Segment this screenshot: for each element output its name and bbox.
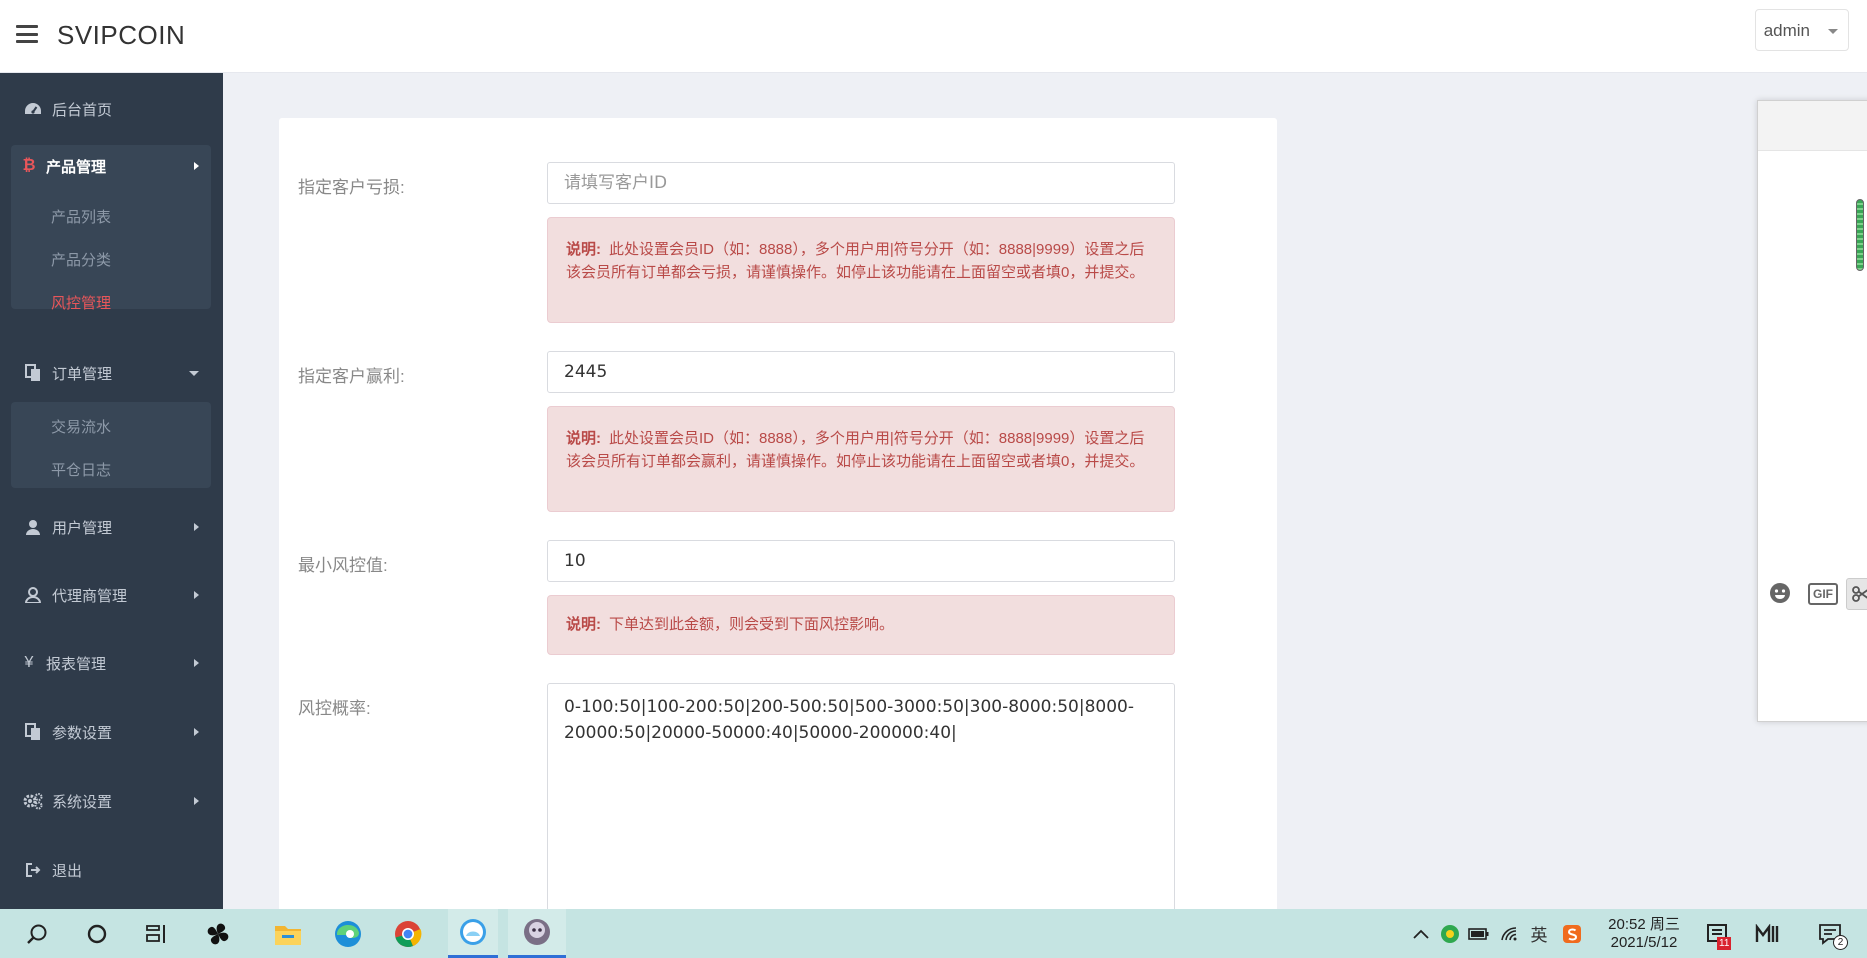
sidebar-item-agents[interactable]: 代理商管理 [0, 575, 223, 615]
loss-client-input[interactable] [547, 162, 1175, 204]
edge-browser-icon[interactable] [323, 909, 373, 958]
user-name: admin [1763, 21, 1810, 40]
chat-scrollbar[interactable] [1856, 199, 1864, 271]
sidebar-item-dashboard[interactable]: 后台首页 [0, 89, 223, 129]
win-client-note: 说明: 此处设置会员ID（如：8888），多个用户用|符号分开（如：8888|99… [547, 406, 1175, 512]
loss-client-note: 说明: 此处设置会员ID（如：8888），多个用户用|符号分开（如：8888|99… [547, 217, 1175, 323]
sidebar-subitem-transactions[interactable]: 交易流水 [51, 416, 111, 437]
copy-icon [22, 723, 44, 741]
chevron-right-icon [194, 591, 199, 599]
risk-control-form: 指定客户亏损: 说明:此处设置会员ID（如：8888），多个用户用|符号分开（如… [279, 118, 1277, 923]
ime-indicator[interactable]: 英 [1526, 909, 1552, 958]
sidebar-item-users[interactable]: 用户管理 [0, 507, 223, 547]
win-client-input[interactable] [547, 351, 1175, 393]
cortana-icon[interactable] [72, 909, 122, 958]
sidebar-item-system[interactable]: 系统设置 [0, 781, 223, 821]
chevron-right-icon [194, 523, 199, 531]
clock-time: 20:52 周三 [1608, 916, 1680, 933]
chrome-browser-icon[interactable] [383, 909, 433, 958]
caret-down-icon [1828, 29, 1838, 34]
wifi-icon[interactable] [1496, 909, 1524, 958]
chat-toolbar: GIF [1758, 578, 1867, 611]
search-icon[interactable] [12, 909, 62, 958]
file-explorer-icon[interactable] [263, 909, 313, 958]
yen-icon: ¥ [24, 654, 34, 671]
top-header: SVIPCOIN admin [0, 0, 1867, 73]
battery-icon[interactable] [1465, 909, 1493, 958]
sign-out-icon [22, 862, 44, 878]
chat-widget: GIF [1757, 100, 1867, 722]
copy-icon [22, 364, 44, 382]
sidebar-subitem-product-category[interactable]: 产品分类 [51, 249, 111, 270]
sidebar-item-label: 产品管理 [46, 158, 107, 176]
sidebar-item-label: 系统设置 [52, 793, 113, 811]
sidebar-item-reports[interactable]: ¥ 报表管理 [0, 643, 223, 683]
note-title: 说明: [566, 241, 601, 258]
chevron-up-icon[interactable] [1408, 909, 1434, 958]
notification-badge: 2 [1833, 935, 1848, 950]
note-text: 此处设置会员ID（如：8888），多个用户用|符号分开（如：8888|9999）… [566, 430, 1145, 470]
scissors-icon[interactable] [1846, 578, 1867, 610]
sidebar-item-label: 代理商管理 [52, 587, 128, 605]
sidebar-item-logout[interactable]: 退出 [0, 850, 223, 890]
sidebar-item-orders[interactable]: 订单管理 [0, 353, 223, 393]
mail-icon[interactable]: 11 [1700, 909, 1736, 958]
mail-badge: 11 [1717, 937, 1732, 950]
emoji-icon[interactable] [1768, 581, 1792, 610]
sidebar-group-orders: 交易流水 平仓日志 [11, 402, 211, 488]
note-text: 下单达到此金额，则会受到下面风控影响。 [609, 616, 895, 633]
task-view-icon[interactable] [132, 909, 182, 958]
agent-icon [22, 587, 44, 603]
menu-toggle-icon[interactable] [16, 25, 38, 43]
sidebar-item-products[interactable]: ₿ 产品管理 [0, 146, 223, 186]
sidebar-item-params[interactable]: 参数设置 [0, 712, 223, 752]
sidebar-subitem-product-list[interactable]: 产品列表 [51, 206, 111, 227]
sidebar-item-label: 退出 [52, 862, 83, 880]
clock-date: 2021/5/12 [1610, 934, 1678, 951]
tray-app-icon[interactable] [1437, 909, 1463, 958]
gif-button[interactable]: GIF [1808, 583, 1838, 605]
chevron-down-icon [189, 371, 199, 376]
chat-app-icon[interactable] [448, 909, 498, 958]
note-title: 说明: [566, 616, 601, 633]
min-risk-input[interactable] [547, 540, 1175, 582]
sogou-ime-icon[interactable] [1558, 909, 1586, 958]
loss-client-label: 指定客户亏损: [298, 178, 405, 197]
chevron-right-icon [194, 659, 199, 667]
sidebar-item-label: 报表管理 [46, 655, 107, 673]
win-client-label: 指定客户赢利: [298, 367, 405, 386]
dashboard-icon [22, 101, 44, 117]
user-icon [22, 519, 44, 535]
notification-center-icon[interactable]: 2 [1810, 909, 1850, 958]
min-risk-label: 最小风控值: [298, 556, 388, 575]
chevron-right-icon [194, 162, 199, 170]
note-title: 说明: [566, 430, 601, 447]
risk-rate-textarea[interactable]: 0-100:50|100-200:50|200-500:50|500-3000:… [547, 683, 1175, 923]
risk-rate-label: 风控概率: [298, 699, 371, 718]
windows-taskbar: 英 20:52 周三 2021/5/12 11 2 [0, 909, 1867, 958]
chevron-right-icon [194, 797, 199, 805]
metrics-app-icon[interactable] [1751, 909, 1785, 958]
chat-widget-header [1758, 101, 1867, 151]
sidebar-subitem-close-log[interactable]: 平仓日志 [51, 459, 111, 480]
sidebar-item-label: 后台首页 [52, 101, 113, 119]
min-risk-note: 说明: 下单达到此金额，则会受到下面风控影响。 [547, 595, 1175, 655]
bitcoin-icon: ₿ [22, 157, 36, 174]
pinwheel-app-icon[interactable] [193, 909, 243, 958]
brand-logo: SVIPCOIN [57, 20, 186, 50]
sidebar-item-label: 订单管理 [52, 365, 113, 383]
sidebar-subitem-risk-control[interactable]: 风控管理 [51, 292, 111, 313]
gears-icon [22, 792, 44, 810]
sidebar-item-label: 参数设置 [52, 724, 113, 742]
chevron-right-icon [194, 728, 199, 736]
sidebar-item-label: 用户管理 [52, 519, 113, 537]
note-text: 此处设置会员ID（如：8888），多个用户用|符号分开（如：8888|9999）… [566, 241, 1145, 281]
sidebar-group-products: ₿ 产品管理 产品列表 产品分类 风控管理 [11, 145, 211, 312]
avatar-app-icon[interactable] [508, 909, 566, 958]
user-dropdown[interactable]: admin [1754, 9, 1849, 51]
sidebar: 后台首页 ₿ 产品管理 产品列表 产品分类 风控管理 订单管理 交易流水 平仓日… [0, 73, 223, 909]
